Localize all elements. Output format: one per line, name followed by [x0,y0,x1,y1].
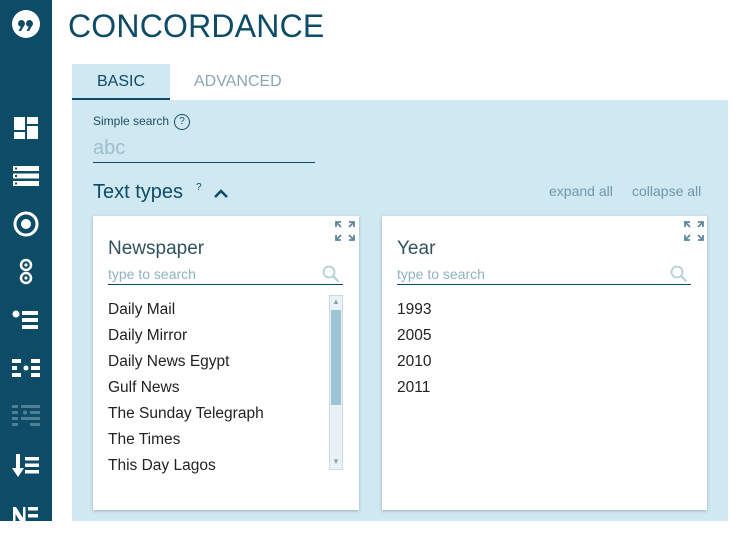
target-icon[interactable] [0,204,52,244]
fullscreen-icon[interactable] [684,221,704,241]
collocation-icon[interactable] [0,396,52,436]
list-item[interactable]: Daily Mirror [108,326,264,352]
scroll-up-icon[interactable]: ▲ [331,297,341,307]
sidebar [0,0,52,525]
page-title: CONCORDANCE [68,8,325,44]
list-icon[interactable] [0,156,52,196]
list-item[interactable]: 2011 [397,378,431,404]
year-search-input[interactable] [397,264,691,285]
dashboard-icon[interactable] [0,108,52,148]
search-icon [670,265,688,288]
card-title: Newspaper [108,238,205,259]
chevron-up-icon[interactable] [213,186,229,204]
simple-search-input[interactable] [93,134,315,163]
collapse-all-link[interactable]: collapse all [632,183,701,199]
scrollbar-thumb[interactable] [331,310,341,405]
list-item[interactable]: 1993 [397,300,431,326]
text-types-heading[interactable]: Text types [93,181,183,204]
text-type-card-year: Year 1993 2005 2010 2011 [382,216,707,510]
help-icon[interactable]: ? [174,114,190,130]
fullscreen-icon[interactable] [335,221,355,241]
list-item[interactable]: Daily Mail [108,300,264,326]
list-item[interactable]: Daily News Egypt [108,352,264,378]
list-scrollbar[interactable]: ▲ ▼ [329,295,343,470]
search-icon [322,265,340,288]
newspaper-search-input[interactable] [108,264,343,285]
text-types-help[interactable]: ? [196,182,202,193]
ne-icon[interactable] [0,494,52,534]
simple-search-label: Simple search [93,114,170,128]
frequency-icon[interactable] [0,348,52,388]
year-list: 1993 2005 2010 2011 [397,300,431,404]
scroll-down-icon[interactable]: ▼ [331,457,341,467]
tab-basic[interactable]: BASIC [72,64,170,100]
quote-logo-icon[interactable] [0,4,52,44]
sort-icon[interactable] [0,300,52,340]
expand-all-link[interactable]: expand all [549,183,613,199]
newspaper-list: Daily Mail Daily Mirror Daily News Egypt… [108,300,264,482]
list-item[interactable]: The Sunday Telegraph [108,404,264,430]
filter-icon[interactable] [0,252,52,292]
tab-advanced[interactable]: ADVANCED [194,64,282,100]
card-title: Year [397,238,436,259]
sort-down-icon[interactable] [0,446,52,486]
basic-panel: Simple search ? Text types ? expand all … [72,100,728,521]
list-item[interactable]: Gulf News [108,378,264,404]
list-item[interactable]: 2010 [397,352,431,378]
text-type-card-newspaper: Newspaper Daily Mail Daily Mirror Daily … [93,216,359,510]
list-item[interactable]: This Day Lagos [108,456,264,482]
tab-bar: BASIC ADVANCED [72,64,728,100]
list-item[interactable]: The Times [108,430,264,456]
list-item[interactable]: 2005 [397,326,431,352]
